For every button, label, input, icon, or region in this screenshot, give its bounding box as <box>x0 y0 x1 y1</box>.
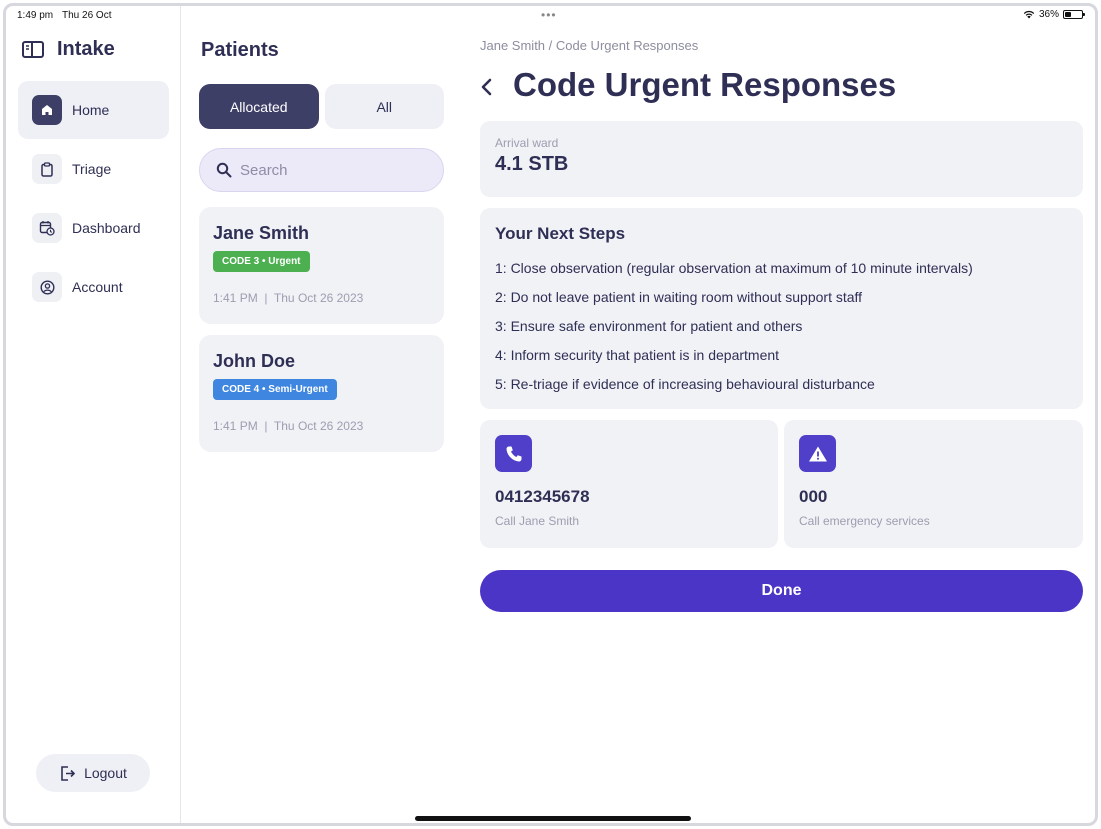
chevron-left-icon <box>481 78 492 96</box>
main-panel: Jane Smith / Code Urgent Responses Code … <box>480 6 1083 823</box>
arrival-ward-value: 4.1 STB <box>495 153 569 175</box>
patient-name: Jane Smith <box>213 223 310 243</box>
warning-icon <box>799 435 836 472</box>
logout-label: Logout <box>84 765 127 781</box>
phone-icon <box>495 435 532 472</box>
arrival-ward-card: Arrival ward 4.1 STB <box>480 121 1083 197</box>
sidebar-item-label: Triage <box>72 161 112 177</box>
logout-icon <box>61 765 76 781</box>
ipad-frame: 1:49 pm Thu 26 Oct ••• 36% Intake Home T… <box>3 3 1098 826</box>
call-patient-card[interactable]: 0412345678 Call Jane Smith <box>480 420 778 548</box>
arrival-ward-label: Arrival ward <box>495 136 559 150</box>
step-item: 2: Do not leave patient in waiting room … <box>495 289 863 305</box>
tab-all[interactable]: All <box>324 84 444 129</box>
patients-title: Patients <box>201 39 279 61</box>
sidebar-item-triage[interactable]: Triage <box>18 140 169 198</box>
patients-panel: Patients Allocated All Jane Smith CODE 3… <box>199 6 444 823</box>
patient-card-jane-smith[interactable]: Jane Smith CODE 3 • Urgent 1:41 PM | Thu… <box>199 207 444 324</box>
clipboard-icon <box>32 154 62 184</box>
app-title: Intake <box>57 38 115 60</box>
breadcrumb[interactable]: Jane Smith / Code Urgent Responses <box>480 38 698 53</box>
search-icon <box>216 162 232 178</box>
calendar-clock-icon <box>32 213 62 243</box>
tab-allocated[interactable]: Allocated <box>199 84 319 129</box>
contact-number: 000 <box>799 487 828 506</box>
home-indicator[interactable] <box>415 816 691 821</box>
contact-label: Call emergency services <box>799 514 930 528</box>
logout-button[interactable]: Logout <box>36 754 150 792</box>
sidebar-toggle-icon[interactable] <box>22 41 44 58</box>
done-button[interactable]: Done <box>480 570 1083 612</box>
patient-timestamp: 1:41 PM | Thu Oct 26 2023 <box>213 419 364 433</box>
triage-badge: CODE 4 • Semi-Urgent <box>213 379 337 400</box>
search-bar[interactable] <box>199 148 444 192</box>
sidebar-nav: Home Triage Dashboard Account <box>18 81 169 317</box>
patient-card-john-doe[interactable]: John Doe CODE 4 • Semi-Urgent 1:41 PM | … <box>199 335 444 452</box>
contact-number: 0412345678 <box>495 487 590 506</box>
sidebar-item-label: Dashboard <box>72 220 141 236</box>
search-input[interactable] <box>240 161 430 179</box>
brand: Intake <box>22 38 115 61</box>
patient-name: John Doe <box>213 351 296 371</box>
sidebar-item-label: Home <box>72 102 110 118</box>
home-icon <box>32 95 62 125</box>
patient-timestamp: 1:41 PM | Thu Oct 26 2023 <box>213 291 364 305</box>
step-item: 3: Ensure safe environment for patient a… <box>495 318 803 334</box>
next-steps-title: Your Next Steps <box>495 224 626 243</box>
step-item: 1: Close observation (regular observatio… <box>495 260 973 276</box>
back-button[interactable] <box>480 72 500 102</box>
user-circle-icon <box>32 272 62 302</box>
step-item: 4: Inform security that patient is in de… <box>495 347 780 363</box>
triage-badge: CODE 3 • Urgent <box>213 251 310 272</box>
step-item: 5: Re-triage if evidence of increasing b… <box>495 376 875 392</box>
call-emergency-card[interactable]: 000 Call emergency services <box>784 420 1083 548</box>
sidebar: Intake Home Triage Dashboard Account Log… <box>6 6 181 823</box>
sidebar-item-home[interactable]: Home <box>18 81 169 139</box>
sidebar-item-label: Account <box>72 279 123 295</box>
next-steps-card: Your Next Steps 1: Close observation (re… <box>480 208 1083 409</box>
sidebar-item-dashboard[interactable]: Dashboard <box>18 199 169 257</box>
page-title: Code Urgent Responses <box>513 66 897 103</box>
patient-filter-tabs: Allocated All <box>199 84 444 129</box>
contact-label: Call Jane Smith <box>495 514 580 528</box>
sidebar-item-account[interactable]: Account <box>18 258 169 316</box>
